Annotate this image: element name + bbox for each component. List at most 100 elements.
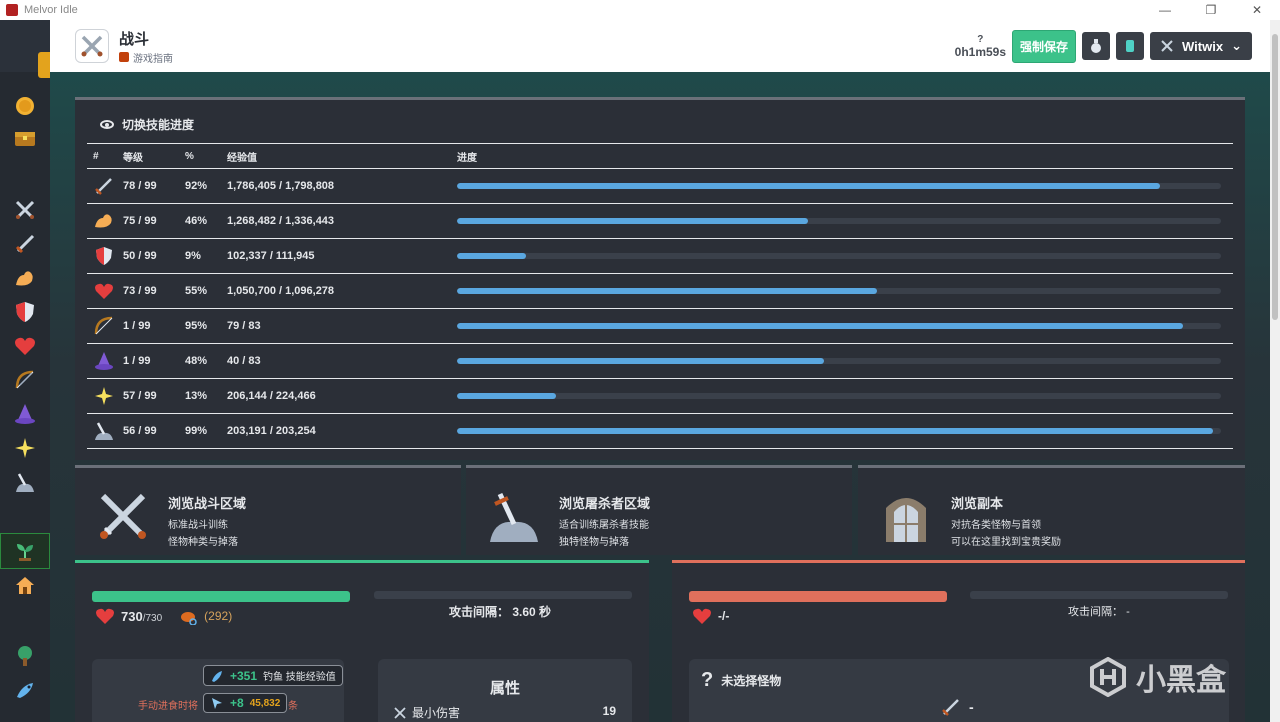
app-icon <box>6 4 18 16</box>
col-progress: 进度 <box>451 143 1233 169</box>
attack-sword-icon[interactable] <box>12 231 38 257</box>
magic-hat-icon[interactable] <box>12 401 38 427</box>
township-icon[interactable] <box>12 573 38 599</box>
col-level: 等级 <box>117 143 179 169</box>
enemy-hp-bar <box>689 591 947 602</box>
stat-min-damage-row: 最小伤害 <box>394 704 460 721</box>
close-button[interactable]: ✕ <box>1234 3 1280 17</box>
sidebar-logo-area <box>0 20 50 78</box>
skill-progress-bar <box>457 183 1221 189</box>
skills-table: # 等级 % 经验值 进度 78 / 99 92% 1,786,405 / 1,79… <box>87 143 1233 449</box>
card-line: 独特怪物与掉落 <box>559 537 629 548</box>
sidebar <box>0 20 50 722</box>
stats-box: 属性 最小伤害 19 <box>378 659 632 722</box>
attack-sword-icon <box>942 699 959 716</box>
item-gain-count: 45,832 <box>249 697 281 709</box>
strength-arm-icon[interactable] <box>12 265 38 291</box>
prayer-points: (292) <box>204 609 233 623</box>
slayer-sword-rock-icon[interactable] <box>12 469 38 495</box>
skill-progress-fill <box>457 428 1214 434</box>
skill-xp: 206,144 / 224,466 <box>221 378 451 414</box>
xp-gain-value: +351 <box>230 668 258 683</box>
skill-percent: 13% <box>179 378 221 414</box>
skill-row: 50 / 99 9% 102,337 / 111,945 <box>87 238 1233 274</box>
player-attack-bar <box>374 591 632 599</box>
enemy-stat-row: - <box>941 697 974 717</box>
hitpoints-heart-icon <box>96 608 114 624</box>
game-guide-label: 游戏指南 <box>133 53 173 65</box>
skill-percent: 46% <box>179 203 221 239</box>
attack-interval-label: 攻击间隔： <box>1068 606 1123 618</box>
skill-level: 56 / 99 <box>117 413 179 449</box>
defence-shield-icon[interactable] <box>12 299 38 325</box>
card-line: 适合训练屠杀者技能 <box>559 520 649 531</box>
skill-row: 1 / 99 48% 40 / 83 <box>87 343 1233 379</box>
magic-hat-icon <box>93 350 115 372</box>
no-monster-row: ? 未选择怪物 <box>701 669 781 692</box>
player-hp: 730 <box>121 608 143 624</box>
skill-xp: 1,786,405 / 1,798,808 <box>221 168 451 204</box>
game-guide-link[interactable]: 游戏指南 <box>119 50 173 65</box>
item-gain-badge: +8 45,832 <box>203 693 288 713</box>
card-line: 可以在这里找到宝贵奖励 <box>951 537 1061 548</box>
card-line: 标准战斗训练 <box>168 520 228 531</box>
skill-progress-bar <box>457 358 1221 364</box>
bank-chest-icon[interactable] <box>12 125 38 151</box>
fishing-icon <box>212 670 222 682</box>
crossed-swords-icon <box>394 706 406 719</box>
skill-level: 1 / 99 <box>117 343 179 379</box>
player-hp-bar <box>92 591 350 602</box>
enemy-attack-interval: 攻击间隔： - <box>1068 603 1130 619</box>
skill-progress-fill <box>457 183 1160 189</box>
skill-level: 78 / 99 <box>117 168 179 204</box>
skill-progress-bar <box>457 393 1221 399</box>
book-icon <box>119 52 129 62</box>
player-attack-interval: 攻击间隔： 3.60 秒 <box>449 603 551 620</box>
dungeon-door-icon <box>878 488 934 544</box>
skill-percent: 48% <box>179 343 221 379</box>
defence-shield-icon <box>93 245 115 267</box>
ranged-bow-icon[interactable] <box>12 367 38 393</box>
vertical-scrollbar[interactable] <box>1270 20 1280 722</box>
player-combat-panel: 730/730 (292) 攻击间隔： 3.60 秒 手动进食时将 条 +351… <box>75 560 649 722</box>
skill-percent: 55% <box>179 273 221 309</box>
hitpoints-heart-icon[interactable] <box>12 333 38 359</box>
play-timer[interactable]: ? 0h1m59s <box>955 33 1006 59</box>
attack-interval-label: 攻击间隔： <box>449 605 510 619</box>
attack-interval-value: 3.60 秒 <box>512 605 552 619</box>
gp-coin-icon[interactable] <box>12 93 38 119</box>
browse-combat-areas-card[interactable]: 浏览战斗区域 标准战斗训练 怪物种类与掉落 <box>75 465 461 555</box>
skill-xp: 102,337 / 111,945 <box>221 238 451 274</box>
melvor-logo[interactable] <box>38 52 50 78</box>
enemy-hp: -/- <box>718 609 730 623</box>
crossed-swords-icon <box>95 488 151 544</box>
player-hp-max: /730 <box>142 612 163 624</box>
toggle-skill-progress[interactable]: 切换技能进度 <box>100 116 194 133</box>
window-titlebar: Melvor Idle — ❐ ✕ <box>0 0 1280 20</box>
skill-xp: 40 / 83 <box>221 343 451 379</box>
farming-sprout-icon[interactable] <box>0 533 50 569</box>
skill-row: 78 / 99 92% 1,786,405 / 1,798,808 <box>87 168 1233 204</box>
user-swords-icon <box>1161 40 1173 52</box>
maximize-button[interactable]: ❐ <box>1188 3 1234 17</box>
potion-icon[interactable] <box>1082 32 1111 60</box>
col-percent: % <box>179 143 221 169</box>
auto-eat-tail: 条 <box>288 701 298 712</box>
force-save-button[interactable]: 强制保存 <box>1012 29 1077 63</box>
fishing-icon[interactable] <box>12 677 38 703</box>
browse-dungeons-card[interactable]: 浏览副本 对抗各类怪物与首领 可以在这里找到宝贵奖励 <box>858 465 1245 555</box>
scrollbar-thumb[interactable] <box>1272 34 1278 320</box>
browse-slayer-areas-card[interactable]: 浏览屠杀者区域 适合训练屠杀者技能 独特怪物与掉落 <box>466 465 852 555</box>
summoning-tablet-icon[interactable] <box>1116 32 1145 60</box>
attack-interval-value: - <box>1126 606 1130 618</box>
prayer-sparkle-icon[interactable] <box>12 435 38 461</box>
item-gain-value: +8 <box>230 696 244 710</box>
card-title: 浏览战斗区域 <box>168 496 247 511</box>
combat-swords-icon[interactable] <box>12 197 38 223</box>
woodcutting-tree-icon[interactable] <box>12 643 38 669</box>
skill-level: 1 / 99 <box>117 308 179 344</box>
skill-percent: 95% <box>179 308 221 344</box>
user-menu-button[interactable]: Witwix ⌄ <box>1150 32 1252 60</box>
minimize-button[interactable]: — <box>1142 3 1188 17</box>
skill-progress-fill <box>457 288 878 294</box>
